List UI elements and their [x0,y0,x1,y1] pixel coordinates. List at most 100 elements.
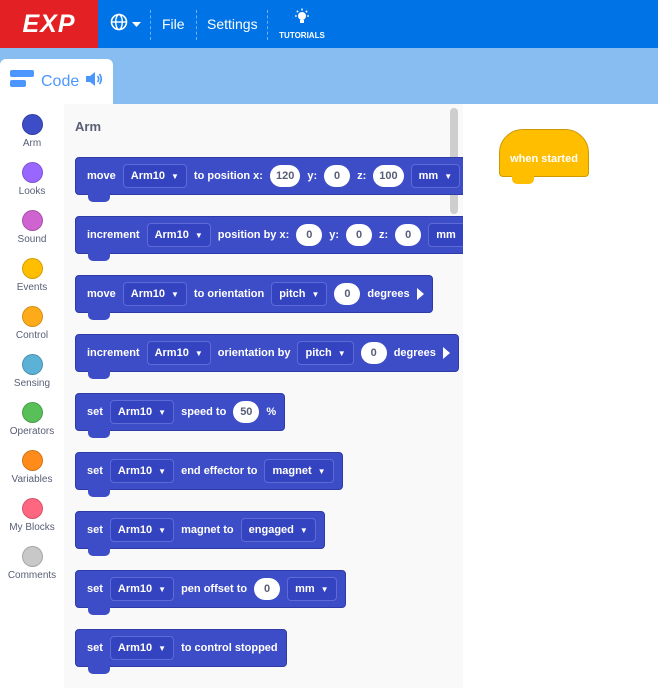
category-sensing[interactable]: Sensing [0,354,64,389]
arm-dropdown[interactable]: Arm10 ▼ [146,223,211,247]
category-menu: Arm Looks Sound Events Control Sensing O… [0,104,64,688]
block-text: increment [87,229,140,241]
set-control-stopped-block[interactable]: set Arm10 ▼ to control stopped [75,629,287,674]
degrees-input[interactable]: 0 [334,283,361,305]
arm-dropdown[interactable]: Arm10 ▼ [109,459,175,483]
category-variables[interactable]: Variables [0,450,64,485]
block-text: z: [357,170,367,182]
category-label: Looks [18,186,46,197]
block-text: end effector to [181,465,258,477]
move-to-orientation-block[interactable]: move Arm10 ▼ to orientation pitch ▼ 0 degr… [75,275,433,320]
dropdown-caret-icon: ▼ [158,584,167,594]
block-text: % [266,406,277,418]
block-text: set [87,642,103,654]
block-palette: Arm move Arm10 ▼ to position x: 120 y: 0 … [64,104,463,688]
category-dot [21,210,43,231]
block-text: pen offset to [181,583,248,595]
tutorials-button[interactable]: TUTORIALS [272,0,332,48]
exp-logo[interactable]: EXP [0,0,98,48]
block-text: degrees [393,347,436,359]
chevron-down-icon [131,15,141,33]
file-menu[interactable]: File [162,0,185,48]
dropdown-caret-icon: ▼ [311,289,320,299]
block-text: to position x: [193,170,263,182]
dropdown-caret-icon: ▼ [158,525,167,535]
x-input[interactable]: 120 [269,165,301,187]
unit-dropdown[interactable]: mm▼ [410,164,461,188]
category-label: Sound [17,234,47,245]
dropdown-caret-icon: ▼ [337,348,346,358]
unit-dropdown[interactable]: mm▼ [428,223,463,247]
tab-code[interactable]: Code [0,59,113,104]
category-arm[interactable]: Arm [0,114,64,149]
category-operators[interactable]: Operators [0,402,64,437]
category-label: Variables [11,474,53,485]
move-to-position-block[interactable]: move Arm10 ▼ to position x: 120 y: 0 z: 1… [75,157,463,202]
arm-dropdown[interactable]: Arm10 ▼ [122,164,187,188]
category-label: Sensing [13,378,51,389]
category-label: Arm [22,138,42,149]
category-events[interactable]: Events [0,258,64,293]
speed-input[interactable]: 50 [233,401,260,423]
dropdown-caret-icon: ▼ [158,407,167,417]
y-input[interactable]: 0 [346,224,373,246]
menu-bar: EXP File Settings TUTORIALS [0,0,658,48]
category-control[interactable]: Control [0,306,64,341]
arm-dropdown[interactable]: Arm10 ▼ [122,282,187,306]
play-arrow-icon [442,347,450,359]
category-label: Events [16,282,48,293]
y-input[interactable]: 0 [324,165,351,187]
dropdown-caret-icon: ▼ [320,584,329,594]
effector-dropdown[interactable]: magnet ▼ [264,459,334,483]
axis-dropdown[interactable]: pitch ▼ [271,282,328,306]
arm-dropdown[interactable]: Arm10 ▼ [109,636,175,660]
offset-input[interactable]: 0 [254,578,281,600]
block-text: set [87,583,103,595]
arm-dropdown[interactable]: Arm10 ▼ [109,518,175,542]
arm-dropdown[interactable]: Arm10 ▼ [109,577,175,601]
degrees-input[interactable]: 0 [360,342,387,364]
dropdown-caret-icon: ▼ [158,643,167,653]
z-input[interactable]: 0 [395,224,422,246]
dropdown-caret-icon: ▼ [171,171,179,181]
dropdown-caret-icon: ▼ [158,466,167,476]
category-dot [21,162,43,183]
when-started-block[interactable]: when started [499,129,589,184]
set-speed-block[interactable]: set Arm10 ▼ speed to 50 % [75,393,286,438]
tutorials-label: TUTORIALS [279,31,325,40]
x-input[interactable]: 0 [296,224,323,246]
dropdown-caret-icon: ▼ [299,525,308,535]
category-looks[interactable]: Looks [0,162,64,197]
unit-dropdown[interactable]: mm▼ [287,577,337,601]
menu-divider [196,10,197,40]
block-text: degrees [367,288,410,300]
globe-icon [110,13,128,36]
category-dot [21,306,43,327]
language-menu-button[interactable] [100,0,150,48]
category-label: Comments [7,570,57,581]
block-text: to orientation [193,288,265,300]
settings-menu[interactable]: Settings [207,0,258,48]
category-sound[interactable]: Sound [0,210,64,245]
z-input[interactable]: 100 [373,165,404,187]
play-arrow-icon [416,288,424,300]
menu-divider [267,10,268,40]
category-comments[interactable]: Comments [0,546,64,581]
block-text: increment [87,347,140,359]
arm-dropdown[interactable]: Arm10 ▼ [146,341,211,365]
axis-dropdown[interactable]: pitch ▼ [297,341,354,365]
set-end-effector-block[interactable]: set Arm10 ▼ end effector to magnet ▼ [75,452,343,497]
arm-dropdown[interactable]: Arm10 ▼ [109,400,175,424]
increment-orientation-block[interactable]: increment Arm10 ▼ orientation by pitch ▼ 0… [75,334,459,379]
block-text: to control stopped [181,642,278,654]
category-my-blocks[interactable]: My Blocks [0,498,64,533]
tab-code-label: Code [41,72,80,90]
dropdown-caret-icon: ▼ [462,231,463,240]
category-dot [21,546,43,567]
set-pen-offset-block[interactable]: set Arm10 ▼ pen offset to 0 mm ▼ [75,570,346,615]
magnet-state-dropdown[interactable]: engaged ▼ [240,518,316,542]
increment-position-block[interactable]: increment Arm10 ▼ position by x: 0 y: 0 z… [75,216,463,261]
category-label: My Blocks [9,522,55,533]
set-magnet-block[interactable]: set Arm10 ▼ magnet to engaged ▼ [75,511,325,556]
block-text: set [87,406,103,418]
